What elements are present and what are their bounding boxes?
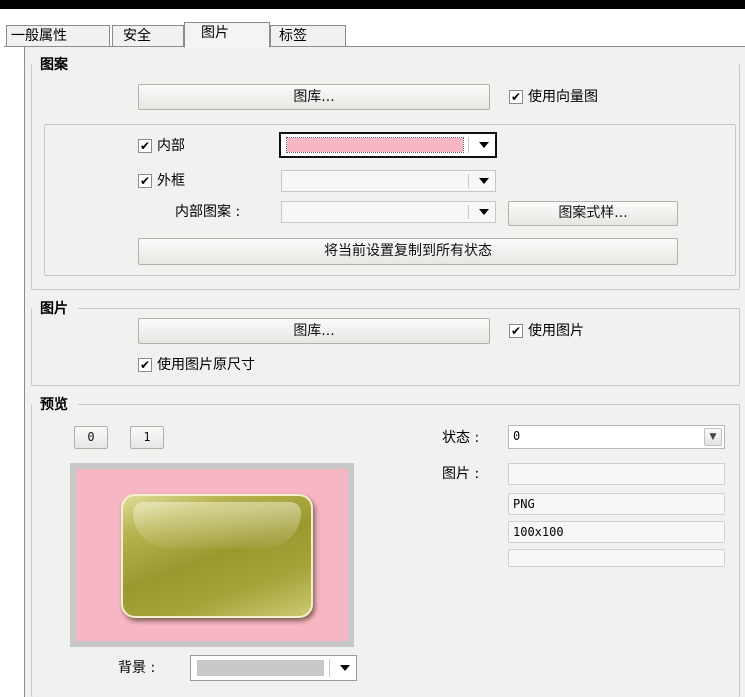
inner-checkbox[interactable]: ✔: [138, 139, 152, 153]
image-extra-field: [508, 549, 725, 567]
inner-color-divider: [468, 137, 469, 153]
use-vector-label: 使用向量图: [528, 89, 598, 105]
background-color-swatch: [197, 660, 324, 676]
chevron-down-icon: [479, 209, 489, 215]
picture-group-top-line: [78, 308, 740, 309]
frame-label: 外框: [157, 173, 185, 189]
image-format-field: PNG: [508, 493, 725, 515]
preview-canvas: [76, 469, 348, 641]
tab-security-label: 安全: [123, 28, 151, 44]
original-size-checkbox[interactable]: ✔: [138, 358, 152, 372]
background-color-divider: [329, 659, 330, 677]
tab-general[interactable]: 一般属性: [6, 25, 110, 47]
inner-pattern-select[interactable]: [281, 201, 496, 223]
state-label: 状态 :: [442, 430, 480, 446]
state-select-value: 0: [513, 429, 521, 443]
tab-strip-border: [4, 46, 745, 47]
inner-pattern-divider: [468, 205, 469, 219]
inner-pattern-label: 内部图案 :: [175, 204, 241, 220]
use-vector-checkbox[interactable]: ✔: [509, 90, 523, 104]
chevron-down-icon: [479, 142, 489, 148]
inner-color-select[interactable]: [279, 132, 497, 158]
image-size-value: 100x100: [513, 525, 564, 539]
image-size-field: 100x100: [508, 521, 725, 543]
use-picture-label: 使用图片: [528, 323, 584, 339]
left-margin: [0, 47, 24, 697]
tab-picture-label: 图片: [201, 25, 229, 41]
picture-gallery-button[interactable]: 图库...: [138, 318, 490, 344]
chevron-down-icon: [479, 178, 489, 184]
original-size-label: 使用图片原尺寸: [157, 357, 255, 373]
window-top-border: [0, 0, 745, 9]
tab-label[interactable]: 标签: [270, 25, 346, 47]
background-label: 背景 :: [118, 660, 156, 676]
frame-checkbox[interactable]: ✔: [138, 174, 152, 188]
state-select[interactable]: 0 ▼: [508, 425, 725, 449]
preview-button-image: [121, 494, 313, 618]
tab-security[interactable]: 安全: [112, 25, 184, 47]
preview-group-top-line: [78, 404, 740, 405]
state-0-button[interactable]: 0: [74, 426, 108, 449]
pattern-gallery-button[interactable]: 图库...: [138, 84, 490, 110]
copy-to-all-states-button[interactable]: 将当前设置复制到所有状态: [138, 238, 678, 265]
pattern-style-button[interactable]: 图案式样...: [508, 201, 678, 226]
image-format-value: PNG: [513, 497, 535, 511]
inner-label: 内部: [157, 138, 185, 154]
tab-picture[interactable]: 图片: [184, 22, 270, 48]
chevron-down-icon[interactable]: ▼: [704, 428, 722, 446]
background-color-select[interactable]: [190, 655, 357, 681]
chevron-down-icon: [340, 665, 350, 671]
tab-label-label: 标签: [279, 28, 307, 44]
button-gloss: [133, 502, 301, 548]
frame-color-divider: [468, 174, 469, 188]
state-1-button[interactable]: 1: [130, 426, 164, 449]
image-name-field: [508, 463, 725, 485]
inner-color-swatch: [286, 137, 464, 153]
image-label: 图片 :: [442, 466, 480, 482]
tab-general-label: 一般属性: [11, 28, 67, 44]
use-picture-checkbox[interactable]: ✔: [509, 324, 523, 338]
frame-color-select[interactable]: [281, 170, 496, 192]
preview-frame: [70, 463, 354, 647]
